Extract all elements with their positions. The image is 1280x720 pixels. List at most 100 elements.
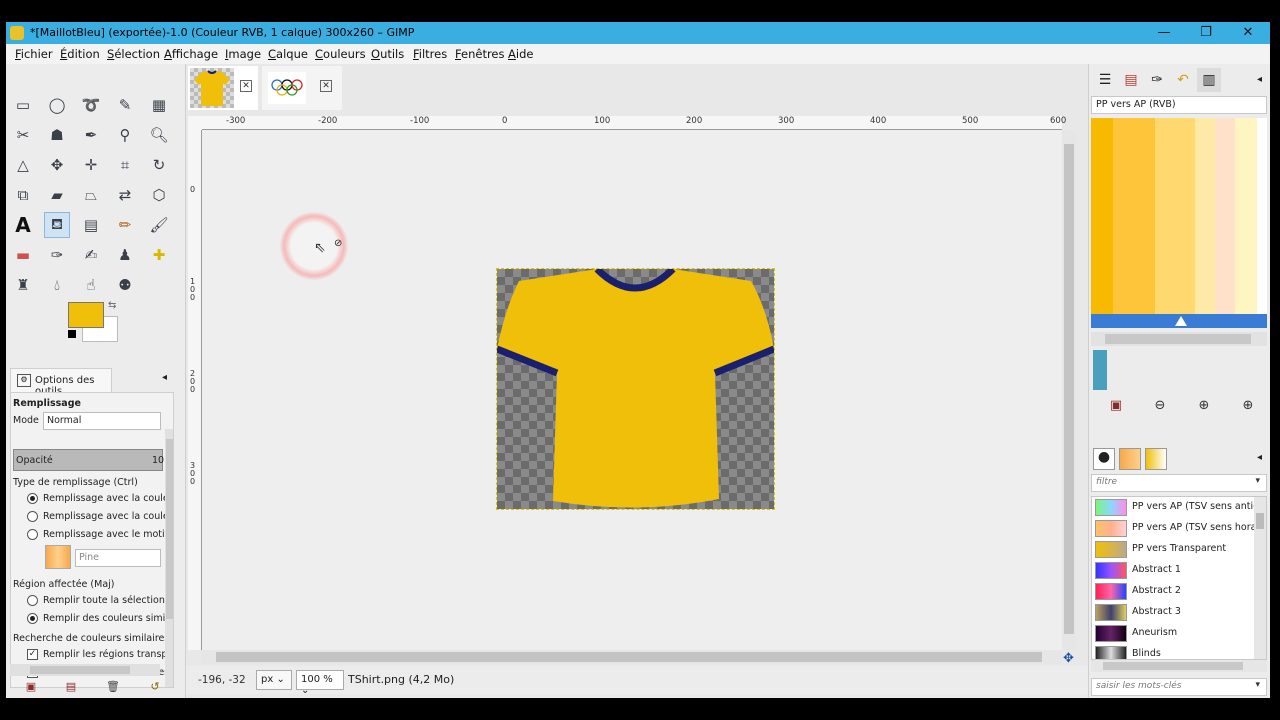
scroll-thumb[interactable]	[30, 666, 130, 674]
perspective-icon[interactable]: ⏢	[78, 182, 104, 208]
scroll-thumb[interactable]	[166, 439, 173, 619]
ink-icon[interactable]: ✍	[78, 242, 104, 268]
channels-icon[interactable]: ▤	[1119, 68, 1143, 92]
save-options-icon[interactable]: ▣	[24, 680, 38, 694]
gradient-editor-icon[interactable]: ▥	[1197, 68, 1221, 92]
gradients-hscroll[interactable]	[1091, 660, 1267, 672]
tab-tool-options[interactable]: ⚙ Options des outils	[10, 368, 112, 397]
zoom-select[interactable]: 100 % ⌄	[296, 670, 344, 696]
gradient-list-item[interactable]: PP vers AP (TSV sens anti-hor	[1092, 497, 1266, 518]
tab-maillot[interactable]: ✕	[188, 66, 258, 110]
fill-fg-radio[interactable]	[27, 493, 38, 504]
gradient-filter-input[interactable]: filtre ▾	[1091, 474, 1267, 492]
tab-olympic[interactable]: ✕	[262, 66, 342, 110]
patterns-icon[interactable]	[1119, 448, 1141, 470]
panel-menu-icon[interactable]: ◂	[162, 372, 167, 383]
close-tab-icon[interactable]: ✕	[320, 80, 332, 92]
menu-calque[interactable]: Calque	[268, 47, 308, 61]
perspective-clone-icon[interactable]: ♜	[10, 272, 36, 298]
save-gradient-icon[interactable]: ▣	[1107, 398, 1125, 416]
unit-select[interactable]: px ⌄	[256, 670, 292, 690]
lasso-icon[interactable]: ➰	[78, 92, 104, 118]
gradients-tab-icon[interactable]	[1145, 448, 1167, 470]
blend-icon[interactable]: ▤	[78, 212, 104, 238]
gradient-list-item[interactable]: Abstract 2	[1092, 581, 1254, 602]
restore-button[interactable]: ❐	[1186, 24, 1226, 42]
foreground-select-icon[interactable]: ☗	[44, 122, 70, 148]
smudge-icon[interactable]: ☝	[78, 272, 104, 298]
canvas-vscroll[interactable]	[1062, 130, 1076, 650]
align-icon[interactable]: ✛	[78, 152, 104, 178]
clone-icon[interactable]: ♟	[112, 242, 138, 268]
move-icon[interactable]: ✥	[44, 152, 70, 178]
menu-selection[interactable]: Sélection	[107, 47, 160, 61]
mode-select[interactable]: Normal	[43, 412, 161, 430]
reset-options-icon[interactable]: ↺	[148, 680, 162, 694]
heal-icon[interactable]: ✚	[146, 242, 172, 268]
delete-options-icon[interactable]: 🗑︎	[106, 680, 120, 694]
blur-icon[interactable]: 💧︎	[44, 272, 70, 298]
color-select-icon[interactable]: ▦	[146, 92, 172, 118]
opacity-slider[interactable]: Opacité 10	[13, 449, 164, 471]
panel-menu-icon[interactable]: ◂	[1257, 452, 1262, 463]
fuzzy-select-icon[interactable]: ✎	[112, 92, 138, 118]
gradients-vscroll[interactable]	[1254, 497, 1266, 659]
rotate-icon[interactable]: ↻	[146, 152, 172, 178]
restore-options-icon[interactable]: ▤	[64, 680, 78, 694]
bucket-fill-icon[interactable]: ⛾	[44, 212, 70, 238]
zoom-in-icon[interactable]: ⊕	[1195, 398, 1213, 416]
rect-select-icon[interactable]: ▭	[10, 92, 36, 118]
color-picker-icon[interactable]: ⚲	[112, 122, 138, 148]
pattern-swatch[interactable]	[45, 545, 71, 569]
gradient-list-item[interactable]: PP vers Transparent	[1092, 539, 1254, 560]
dodge-burn-icon[interactable]: ⚉	[112, 272, 138, 298]
gradient-list-item[interactable]: Aneurism	[1092, 623, 1254, 644]
close-tab-icon[interactable]: ✕	[240, 80, 252, 92]
menu-outils[interactable]: Outils	[371, 47, 404, 61]
zoom-icon[interactable]: 🔍︎	[146, 122, 172, 148]
foreground-color-swatch[interactable]	[68, 302, 104, 328]
panel-menu-icon[interactable]: ◂	[1257, 74, 1262, 85]
menu-aide[interactable]: Aide	[508, 47, 533, 61]
ellipse-select-icon[interactable]: ◯	[44, 92, 70, 118]
paths-dock-icon[interactable]: ✑	[1145, 68, 1169, 92]
canvas-hscroll[interactable]	[202, 650, 1062, 664]
close-button[interactable]: ✕	[1228, 24, 1268, 42]
region-whole-radio[interactable]	[27, 595, 38, 606]
gradient-stop-handle[interactable]	[1175, 316, 1187, 326]
menu-affichage[interactable]: Affichage	[164, 47, 218, 61]
fill-transparent-check[interactable]: ✓	[27, 649, 38, 660]
gradient-list-item[interactable]: Abstract 1	[1092, 560, 1254, 581]
tool-options-hscroll[interactable]	[10, 664, 160, 676]
gradient-list-item[interactable]: Blinds	[1092, 644, 1254, 659]
fill-pattern-radio[interactable]	[27, 529, 38, 540]
menu-edition[interactable]: Édition	[60, 47, 100, 61]
menu-couleurs[interactable]: Couleurs	[315, 47, 366, 61]
paintbrush-icon[interactable]: 🖌︎	[146, 212, 172, 238]
airbrush-icon[interactable]: ✑	[44, 242, 70, 268]
scale-icon[interactable]: ⧉	[10, 182, 36, 208]
scroll-thumb[interactable]	[216, 652, 1042, 662]
region-similar-radio[interactable]	[27, 613, 38, 624]
default-colors-icon[interactable]	[68, 330, 76, 338]
shear-icon[interactable]: ▰	[44, 182, 70, 208]
eraser-icon[interactable]: ▬	[10, 242, 36, 268]
cage-icon[interactable]: ⬡	[146, 182, 172, 208]
flip-icon[interactable]: ⇄	[112, 182, 138, 208]
image-canvas[interactable]: ⇖ ⊘	[202, 130, 1062, 650]
gradient-name-field[interactable]: PP vers AP (RVB)	[1091, 96, 1267, 114]
tool-options-scrollbar[interactable]	[165, 429, 173, 687]
tag-input[interactable]: saisir les mots-clés ▾	[1091, 678, 1267, 696]
navigate-icon[interactable]: ✥	[1063, 651, 1074, 666]
gradient-list-item[interactable]: Abstract 3	[1092, 602, 1254, 623]
gradient-preview[interactable]	[1091, 118, 1267, 314]
layers-icon[interactable]: ☰	[1093, 68, 1117, 92]
menu-fenetres[interactable]: Fenêtres	[455, 47, 505, 61]
brushes-icon[interactable]: ●	[1093, 448, 1115, 470]
tshirt-image[interactable]	[495, 266, 776, 510]
zoom-out-icon[interactable]: ⊖	[1151, 398, 1169, 416]
fill-bg-radio[interactable]	[27, 511, 38, 522]
undo-history-icon[interactable]: ↶	[1171, 68, 1195, 92]
crop-icon[interactable]: ⌗	[112, 152, 138, 178]
pattern-name-field[interactable]: Pine	[75, 549, 161, 567]
